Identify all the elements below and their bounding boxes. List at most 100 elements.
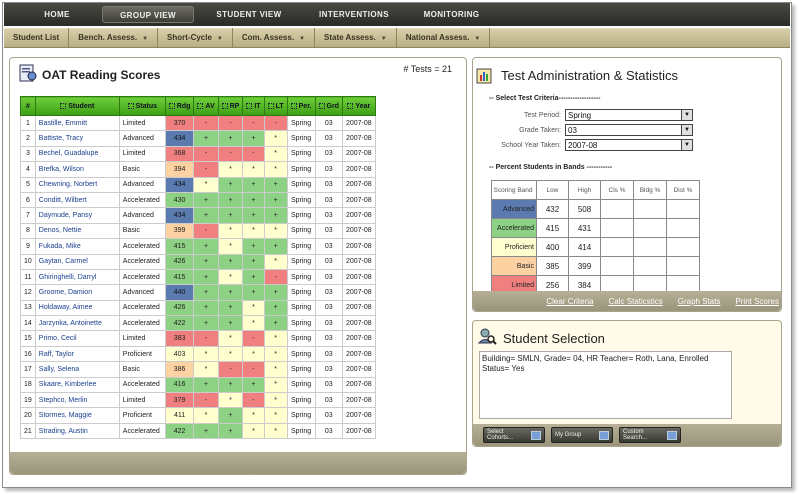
rp-mark: + xyxy=(217,284,244,301)
subnav-com-assess[interactable]: Com. Assess. ▼ xyxy=(233,28,315,48)
table-row[interactable]: 15 Primo, Cecil Limited 383- * - * Spring 03 2007… xyxy=(20,330,376,347)
student-name[interactable]: Stephco, Merlin xyxy=(34,392,120,409)
table-row[interactable]: 11 Ghiringhelli, Darryl Accelerated 415 + * + -… xyxy=(20,268,376,286)
print-scores-link[interactable]: Print Scores xyxy=(735,297,779,306)
subnav-state-assess[interactable]: State Assess. ▼ xyxy=(315,28,397,48)
table-row[interactable]: 13 Holdaway, Aimee Accelerated 426 + + * + Sprin… xyxy=(20,299,376,317)
student-name[interactable]: Raff, Taylor xyxy=(34,345,120,363)
table-row[interactable]: 12 Groome, Damion Advanced 440 + + + + Spring 03 2… xyxy=(20,284,376,301)
year: 2007-08 xyxy=(341,376,376,394)
reading-score: 422 xyxy=(164,315,195,332)
column-header[interactable]: LT xyxy=(263,96,288,116)
year: 2007-08 xyxy=(341,114,376,132)
student-name[interactable]: Ghiringhelli, Darryl xyxy=(34,268,120,286)
student-name[interactable]: Stormes, Maggie xyxy=(34,407,120,424)
student-name[interactable]: Holdaway, Aimee xyxy=(34,299,120,317)
lt-mark: * xyxy=(263,407,288,424)
column-header[interactable]: AV xyxy=(193,96,219,116)
selection-title: Student Selection xyxy=(503,331,605,346)
column-header[interactable]: IT xyxy=(242,96,265,116)
student-name[interactable]: Conditt, Wilbert xyxy=(34,191,120,209)
student-name[interactable]: Jarzynka, Antoinette xyxy=(34,315,120,332)
column-header[interactable]: # xyxy=(20,96,36,116)
reading-score: 383 xyxy=(164,330,195,347)
table-row[interactable]: 2 Battiste, Tracy Advanced 434 + + + * Spring 03 2… xyxy=(20,130,376,147)
nav-student-view[interactable]: STUDENT VIEW xyxy=(194,10,304,19)
graph-stats-link[interactable]: Graph Stats xyxy=(678,297,721,306)
av-mark: - xyxy=(193,330,219,347)
column-header[interactable]: Year xyxy=(341,96,376,116)
nav-home[interactable]: HOME xyxy=(12,10,102,19)
student-name[interactable]: Sally, Selena xyxy=(34,361,120,378)
calc-statistics-link[interactable]: Calc Staticstics xyxy=(609,297,663,306)
student-name[interactable]: Chewning, Norbert xyxy=(34,176,120,193)
selection-criteria-text[interactable]: Building= SMLN, Grade= 04, HR Teacher= R… xyxy=(479,351,732,419)
student-name[interactable]: Strading, Austin xyxy=(34,422,120,440)
table-row[interactable]: 17 Sally, Selena Basic 386 * - - * Spring 03 2007-… xyxy=(20,361,376,378)
sort-icon xyxy=(290,102,297,109)
band-percent xyxy=(666,218,700,238)
band-high: 414 xyxy=(568,237,601,257)
av-mark: * xyxy=(193,345,219,363)
subnav-student-list[interactable]: Student List xyxy=(4,28,70,48)
table-row[interactable]: 5 Chewning, Norbert Advanced 434 * + + + Spring 0… xyxy=(20,176,376,193)
stats-panel: Test Administration & Statistics -- Sele… xyxy=(472,57,782,312)
my-group-button[interactable]: My Group xyxy=(551,427,613,443)
table-row[interactable]: 10 Gaytan, Carmel Accelerated 426 + + + * Spring… xyxy=(20,253,376,270)
custom-search-button[interactable]: Custom Search... xyxy=(619,427,681,443)
table-row[interactable]: 16 Raff, Taylor Proficient 403 * * * * Spring 03 2… xyxy=(20,345,376,363)
criteria-header: -- Select Test Criteria-----------------… xyxy=(489,95,601,102)
column-header[interactable]: RP xyxy=(217,96,244,116)
table-row[interactable]: 4 Brefka, Wilson Basic 394- * * * Spring 03 2007-… xyxy=(20,161,376,178)
nav-monitoring[interactable]: MONITORING xyxy=(404,10,499,19)
column-header[interactable]: Status xyxy=(118,96,166,116)
column-header[interactable]: Per. xyxy=(286,96,316,116)
nav-interventions[interactable]: INTERVENTIONS xyxy=(304,10,404,19)
grade-taken-label: Grade Taken: xyxy=(519,126,561,134)
row-number: 14 xyxy=(20,315,36,332)
table-row[interactable]: 9 Fukada, Mike Accelerated 415 + * + + Spring 03 2… xyxy=(20,238,376,255)
student-name[interactable]: Bechel, Guadalupe xyxy=(34,145,120,163)
band-low: 400 xyxy=(536,237,569,257)
student-name[interactable]: Battiste, Tracy xyxy=(34,130,120,147)
grade-taken-select[interactable]: 03 ▼ xyxy=(565,124,693,136)
table-row[interactable]: 3 Bechel, Guadalupe Limited 368- - - * Spring 03… xyxy=(20,145,376,163)
column-header[interactable]: Grd xyxy=(314,96,343,116)
student-name[interactable]: Primo, Cecil xyxy=(34,330,120,347)
av-mark: + xyxy=(193,191,219,209)
subnav-bench-assess[interactable]: Bench. Assess. ▼ xyxy=(69,28,159,48)
period: Spring xyxy=(286,114,316,132)
table-row[interactable]: 18 Skaare, Kimberlee Accelerated 416 + + + * Spr… xyxy=(20,376,376,394)
student-name[interactable]: Groome, Damion xyxy=(34,284,120,301)
nav-group-view[interactable]: GROUP VIEW xyxy=(102,6,194,23)
student-name[interactable]: Bastille, Emmitt xyxy=(34,114,120,132)
student-name[interactable]: Skaare, Kimberlee xyxy=(34,376,120,394)
student-name[interactable]: Daymude, Pansy xyxy=(34,207,120,224)
table-row[interactable]: 7 Daymude, Pansy Advanced 434 + + + + Spring 03 20… xyxy=(20,207,376,224)
subnav-national-assess[interactable]: National Assess. ▼ xyxy=(397,28,491,48)
table-row[interactable]: 14 Jarzynka, Antoinette Accelerated 422 + + * +… xyxy=(20,315,376,332)
table-row[interactable]: 20 Stormes, Maggie Proficient 411 * + * * Spring… xyxy=(20,407,376,424)
table-row[interactable]: 8 Denos, Nettie Basic 399- * * * Spring 03 2007-0… xyxy=(20,222,376,240)
table-row[interactable]: 6 Conditt, Wilbert Accelerated 430 + + + + Sprin… xyxy=(20,191,376,209)
band-high: 431 xyxy=(568,218,601,238)
column-header[interactable]: Student xyxy=(34,96,120,116)
table-row[interactable]: 19 Stephco, Merlin Limited 379- * - * Spring 03 2… xyxy=(20,392,376,409)
user-search-icon xyxy=(477,328,497,345)
lt-mark: + xyxy=(263,191,288,209)
band-percent xyxy=(633,237,667,257)
subnav-short-cycle[interactable]: Short-Cycle ▼ xyxy=(158,28,233,48)
column-header[interactable]: Rdg xyxy=(164,96,195,116)
av-mark: - xyxy=(193,392,219,409)
school-year-select[interactable]: 2007-08 ▼ xyxy=(565,139,693,151)
lt-mark: - xyxy=(263,114,288,132)
student-name[interactable]: Denos, Nettie xyxy=(34,222,120,240)
table-row[interactable]: 21 Strading, Austin Accelerated 422 + + * * Spri… xyxy=(20,422,376,440)
student-name[interactable]: Fukada, Mike xyxy=(34,238,120,255)
clear-criteria-link[interactable]: Clear Criteria xyxy=(546,297,593,306)
student-name[interactable]: Brefka, Wilson xyxy=(34,161,120,178)
test-period-select[interactable]: Spring ▼ xyxy=(565,109,693,121)
table-row[interactable]: 1 Bastille, Emmitt Limited 370- - - - Spring 03 2… xyxy=(20,114,376,132)
student-name[interactable]: Gaytan, Carmel xyxy=(34,253,120,270)
select-cohorts-button[interactable]: Select Cohorts... xyxy=(483,427,545,443)
